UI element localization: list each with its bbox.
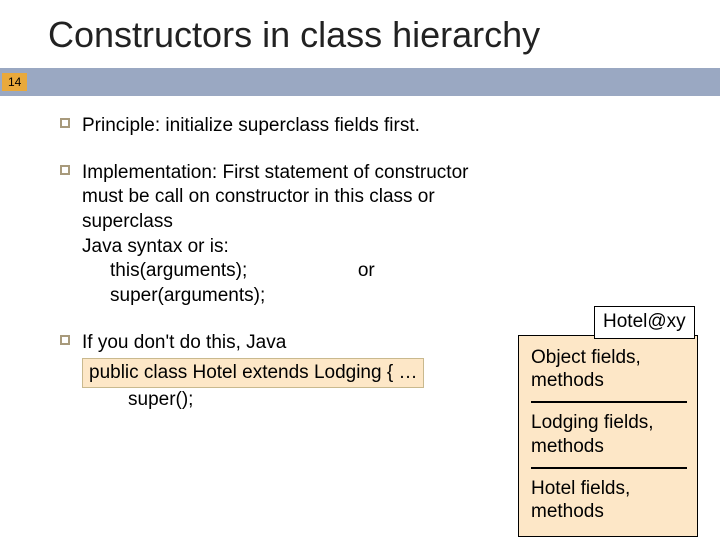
bullet-1: Principle: initialize superclass fields … [60, 114, 490, 139]
diagram-section-1: Object fields, methods [531, 346, 687, 394]
page-number: 14 [2, 73, 27, 91]
divider [531, 401, 687, 403]
slide-band: 14 [0, 68, 720, 96]
bullet-2-this: this(arguments); or [82, 259, 490, 284]
bullet-marker-icon [60, 335, 70, 345]
slide-content: Principle: initialize superclass fields … [0, 96, 720, 413]
bullet-3: If you don't do this, Java public class … [60, 331, 460, 413]
code-highlight: public class Hotel extends Lodging { … [82, 358, 424, 389]
object-box: Object fields, methods Lodging fields, m… [518, 335, 698, 538]
bullet-3-intro: If you don't do this, Java [82, 331, 460, 356]
diagram-section-2: Lodging fields, methods [531, 411, 687, 459]
slide-title: Constructors in class hierarchy [0, 0, 720, 68]
or-text: or [358, 260, 375, 281]
bullet-marker-icon [60, 165, 70, 175]
this-call: this(arguments); [110, 260, 247, 281]
object-diagram: Hotel@xy Object fields, methods Lodging … [518, 306, 698, 537]
bullet-2-super: super(arguments); [82, 284, 490, 309]
bullet-2: Implementation: First statement of const… [60, 161, 490, 309]
diagram-section-3: Hotel fields, methods [531, 477, 687, 525]
bullet-1-text: Principle: initialize superclass fields … [82, 115, 420, 136]
divider [531, 467, 687, 469]
bullet-3-super: super(); [82, 388, 460, 413]
bullet-2-line1: Implementation: First statement of const… [82, 161, 490, 235]
bullet-2-line2: Java syntax or is: [82, 235, 490, 260]
bullet-marker-icon [60, 118, 70, 128]
object-label: Hotel@xy [594, 306, 695, 339]
